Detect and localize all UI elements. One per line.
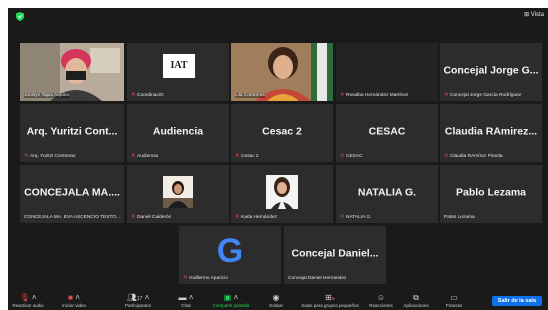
- mic-muted-icon: ✕: [340, 153, 345, 159]
- record-button[interactable]: ◉ Grabar: [264, 293, 288, 308]
- google-logo: G: [216, 232, 244, 270]
- participant-name: Jocelyn Tapia Aquino: [24, 93, 69, 98]
- participant-tile[interactable]: Concejal Jorge G... ✕ Concejal Jorge Garc…: [440, 43, 542, 101]
- participant-name: ✕ Arq. Yuritzi Contreras: [24, 153, 76, 159]
- participant-display-name: NATALIA G.: [357, 186, 417, 199]
- participant-tile[interactable]: CONCEJALA MA.... CONCEJALA MA. EVA ASCEN…: [20, 165, 124, 223]
- participant-name: CONCEJALA MA. EVA ASCENCIO TEXTO...: [24, 215, 120, 220]
- participant-photo: [163, 176, 193, 208]
- record-icon: ◉: [272, 293, 280, 302]
- mic-muted-icon: ✕: [235, 153, 240, 159]
- participant-name: ✕ NATALIA G.: [340, 214, 372, 220]
- participant-name: ✕ Concejal Jorge García Rodríguez: [444, 92, 522, 98]
- participant-display-name: Cesac 2: [262, 125, 302, 138]
- security-shield-icon[interactable]: [16, 12, 24, 21]
- participant-tile[interactable]: Concejal Daniel... Concejal Daniel Herná…: [284, 226, 386, 284]
- mic-muted-icon: ✕: [235, 214, 240, 220]
- mic-muted-icon: ✕: [183, 275, 188, 281]
- participant-name: ✕ Audiencia: [131, 153, 159, 159]
- breakout-rooms-icon: ⊞●: [325, 293, 335, 302]
- reactions-icon: ☺: [376, 293, 386, 302]
- mic-muted-icon: ✕: [340, 92, 345, 98]
- participant-tile[interactable]: NATALIA G. ✕ NATALIA G.: [336, 165, 438, 223]
- organization-logo: IAT: [163, 54, 195, 78]
- participant-name: ✕ Karla Hernández: [235, 214, 277, 220]
- participant-name: ✕ Rosalba Hernández Martínez: [340, 92, 409, 98]
- participant-name: Concejal Daniel Hernández: [288, 276, 347, 281]
- participant-display-name: Arq. Yuritzi Cont...: [26, 125, 118, 138]
- view-button[interactable]: ⊞ Vista: [524, 11, 544, 18]
- participant-tile[interactable]: ✕ Karla Hernández: [231, 165, 333, 223]
- participant-tile[interactable]: IAT ✕ CoordinaciO: [127, 43, 229, 101]
- participant-tile[interactable]: Lila Contreras: [231, 43, 333, 101]
- participant-tile[interactable]: Arq. Yuritzi Cont... ✕ Arq. Yuritzi Contr…: [20, 104, 124, 162]
- participants-icon: 👥︎17 ˄: [126, 293, 150, 302]
- participant-name: ✕ Daniel Calderón: [131, 214, 172, 220]
- participant-tile[interactable]: Jocelyn Tapia Aquino: [20, 43, 124, 101]
- participant-display-name: Concejal Jorge G...: [443, 64, 539, 77]
- mic-muted-icon: 🎙︎ ˄: [19, 293, 37, 302]
- chat-button[interactable]: ▬ ˄ Chat: [173, 293, 199, 308]
- participant-display-name: Concejal Daniel...: [291, 247, 379, 260]
- participant-tile[interactable]: ✕ Daniel Calderón: [127, 165, 229, 223]
- mic-muted-icon: ✕: [444, 92, 449, 98]
- participant-name: Lila Contreras: [235, 93, 265, 98]
- whiteboard-button[interactable]: ▭ Pizarras: [440, 293, 468, 308]
- apps-button[interactable]: ⧉ Aplicaciones: [399, 293, 433, 308]
- participant-name: ✕ Cesac 2: [235, 153, 259, 159]
- start-video-button[interactable]: ■ ˄ Iniciar video: [56, 293, 92, 308]
- participant-tile[interactable]: Cesac 2 ✕ Cesac 2: [231, 104, 333, 162]
- leave-meeting-button[interactable]: Salir de la sala: [491, 296, 542, 306]
- mic-muted-icon: ✕: [24, 153, 29, 159]
- participant-display-name: Audiencia: [152, 125, 204, 138]
- apps-icon: ⧉: [413, 293, 419, 302]
- participant-tile[interactable]: Pablo Lezama Pablo Lezama: [440, 165, 542, 223]
- participant-tile[interactable]: ✕ Rosalba Hernández Martínez: [336, 43, 438, 101]
- zoom-meeting-window: ⊞ Vista Jocelyn Tapia Aquino IAT ✕ Coordi…: [8, 8, 548, 310]
- top-bar: ⊞ Vista: [8, 8, 548, 26]
- participant-tile[interactable]: G ✕ Guillermo Aparicio: [179, 226, 281, 284]
- participants-button[interactable]: 👥︎17 ˄ Participantes: [120, 293, 156, 308]
- mic-muted-icon: ✕: [131, 153, 136, 159]
- mic-muted-icon: ✕: [131, 92, 136, 98]
- participant-name: Pablo Lezama: [444, 215, 475, 220]
- participant-name: ✕ CESAC: [340, 153, 363, 159]
- mic-muted-icon: ✕: [340, 214, 345, 220]
- participant-name: ✕ Guillermo Aparicio: [183, 275, 228, 281]
- unmute-audio-button[interactable]: 🎙︎ ˄ Reactivar audio: [10, 293, 46, 308]
- participant-tile[interactable]: Audiencia ✕ Audiencia: [127, 104, 229, 162]
- participant-name: ✕ CoordinaciO: [131, 92, 164, 98]
- participant-display-name: CESAC: [368, 125, 406, 138]
- participant-photo: [266, 175, 298, 209]
- meeting-toolbar: 🎙︎ ˄ Reactivar audio ■ ˄ Iniciar video 👥…: [8, 292, 548, 310]
- participant-display-name: Pablo Lezama: [455, 186, 527, 199]
- mic-muted-icon: ✕: [131, 214, 136, 220]
- video-off-icon: ■ ˄: [68, 293, 80, 302]
- participant-tile[interactable]: CESAC ✕ CESAC: [336, 104, 438, 162]
- participant-display-name: CONCEJALA MA....: [24, 186, 120, 199]
- whiteboard-icon: ▭: [450, 293, 458, 302]
- chat-icon: ▬ ˄: [178, 293, 194, 302]
- participant-tile[interactable]: Claudia RAmirez... ✕ Claudia RAmírez Pine…: [440, 104, 542, 162]
- mic-muted-icon: ✕: [444, 153, 449, 159]
- participant-name: ✕ Claudia RAmírez Pineda: [444, 153, 503, 159]
- participant-display-name: Claudia RAmirez...: [444, 125, 538, 138]
- share-screen-icon: ▣ ˄: [223, 293, 239, 302]
- share-screen-button[interactable]: ▣ ˄ Compartir pantalla: [208, 293, 254, 308]
- breakout-rooms-button[interactable]: ⊞● Salas para grupos pequeños: [296, 293, 364, 308]
- reactions-button[interactable]: ☺ Reacciones: [366, 293, 396, 308]
- grid-view-icon: ⊞: [524, 12, 531, 18]
